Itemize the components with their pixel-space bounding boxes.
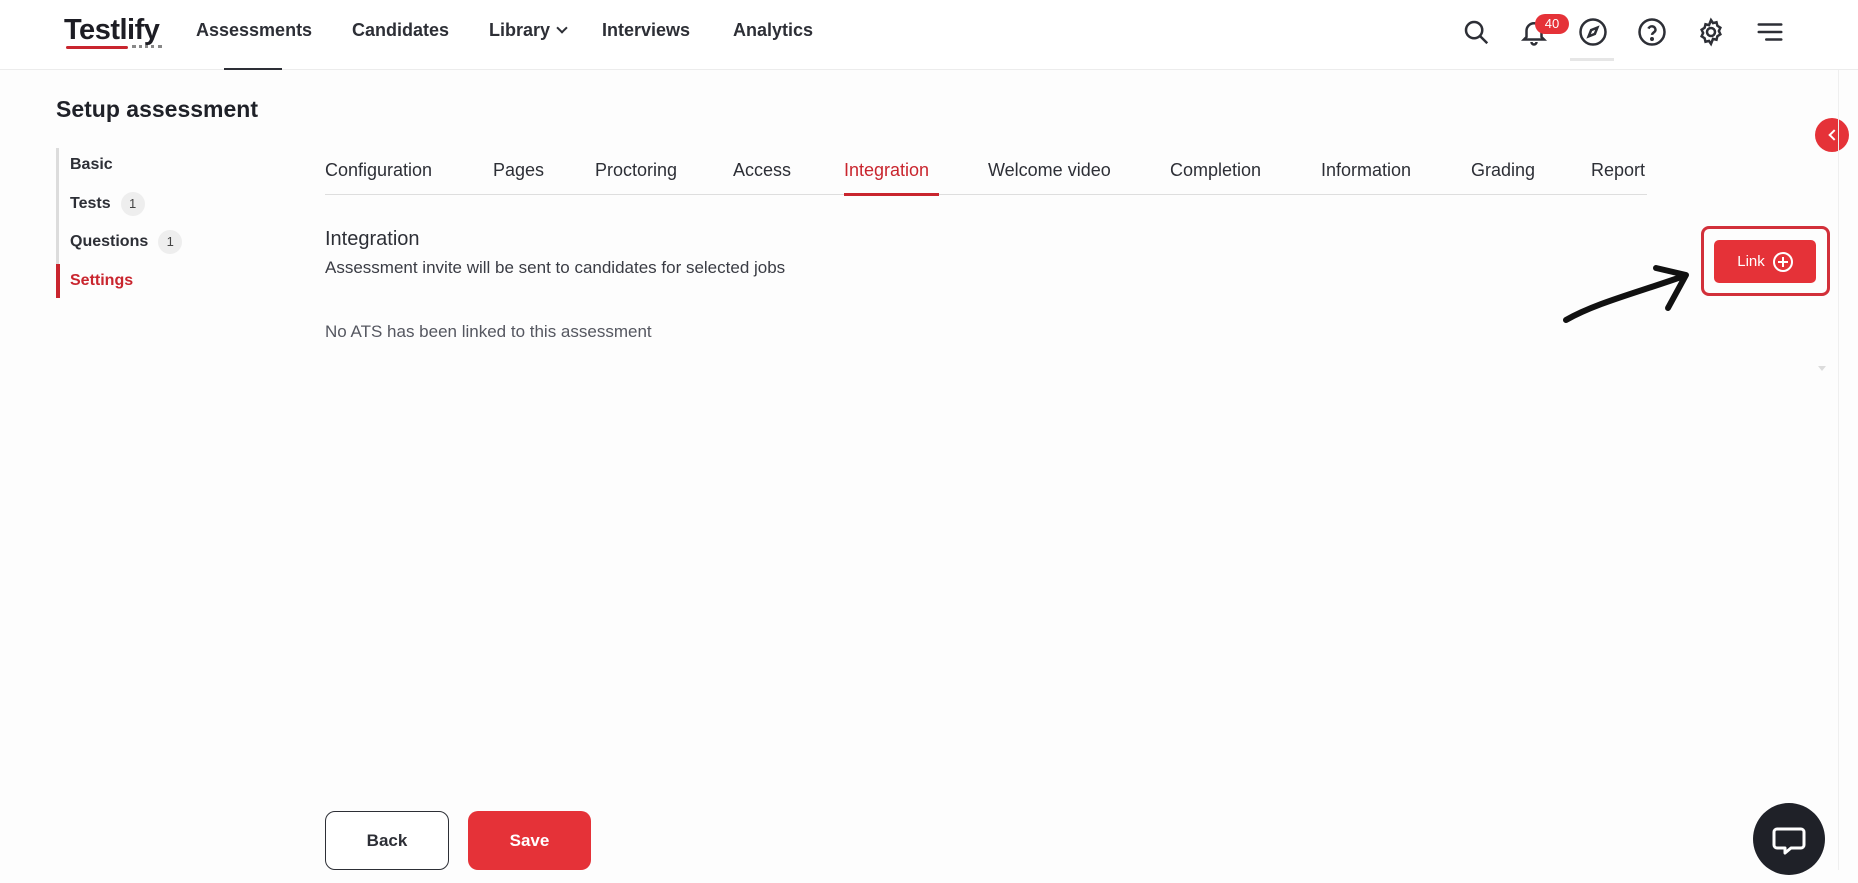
- sidebar-item-basic[interactable]: Basic: [70, 156, 113, 174]
- nav-library[interactable]: Library: [489, 20, 568, 41]
- back-button[interactable]: Back: [325, 811, 449, 870]
- tab-configuration[interactable]: Configuration: [325, 160, 432, 181]
- notification-badge: 40: [1535, 14, 1569, 34]
- annotation-arrow-icon: [1563, 265, 1689, 323]
- section-subtitle: Assessment invite will be sent to candid…: [325, 258, 786, 277]
- sidebar-item-tests[interactable]: Tests 1: [70, 192, 145, 216]
- section-title: Integration: [325, 228, 420, 250]
- top-navbar: Testlify Assessments Candidates Library …: [0, 0, 1858, 70]
- sidebar-item-settings[interactable]: Settings: [70, 272, 133, 290]
- empty-state-message: No ATS has been linked to this assessmen…: [325, 322, 652, 341]
- tab-grading[interactable]: Grading: [1471, 160, 1535, 181]
- tab-pages[interactable]: Pages: [493, 160, 544, 181]
- sidebar-active-indicator: [56, 264, 60, 298]
- tab-access[interactable]: Access: [733, 160, 791, 181]
- help-icon[interactable]: [1636, 16, 1668, 48]
- count-badge: 1: [158, 230, 183, 254]
- sidebar-item-questions[interactable]: Questions 1: [70, 230, 183, 254]
- plus-circle-icon: [1772, 251, 1793, 272]
- link-button[interactable]: Link: [1714, 240, 1816, 283]
- count-badge: 1: [120, 192, 145, 216]
- sidebar-item-label: Settings: [70, 272, 134, 289]
- nav-analytics[interactable]: Analytics: [733, 20, 813, 41]
- tabs-divider: [325, 194, 1647, 195]
- sidebar-item-label: Questions: [70, 233, 149, 250]
- save-button[interactable]: Save: [468, 811, 591, 870]
- sidebar-item-label: Basic: [70, 156, 113, 173]
- page-title: Setup assessment: [56, 96, 258, 122]
- search-icon[interactable]: [1460, 16, 1492, 48]
- tab-information[interactable]: Information: [1321, 160, 1411, 181]
- icon-indicator: [1570, 58, 1614, 61]
- brand-logo[interactable]: Testlify: [64, 14, 160, 47]
- gear-icon[interactable]: [1695, 16, 1727, 48]
- nav-library-label: Library: [489, 20, 551, 40]
- menu-icon[interactable]: [1754, 16, 1786, 48]
- app-root: Testlify Assessments Candidates Library …: [0, 0, 1858, 883]
- nav-active-indicator: [224, 68, 282, 70]
- tab-completion[interactable]: Completion: [1170, 160, 1261, 181]
- tab-active-indicator: [844, 193, 939, 196]
- chat-widget-button[interactable]: [1753, 803, 1825, 875]
- tab-report[interactable]: Report: [1591, 160, 1645, 181]
- logo-underline: [66, 46, 128, 49]
- logo-dots: [132, 45, 162, 48]
- tab-proctoring[interactable]: Proctoring: [595, 160, 677, 181]
- right-scroll-track[interactable]: [1838, 70, 1846, 870]
- chat-icon: [1772, 827, 1806, 855]
- tab-integration[interactable]: Integration: [844, 160, 929, 181]
- sidebar-item-label: Tests: [70, 195, 111, 212]
- nav-interviews[interactable]: Interviews: [602, 20, 690, 41]
- tab-welcome-video[interactable]: Welcome video: [988, 160, 1111, 181]
- nav-assessments[interactable]: Assessments: [196, 20, 312, 41]
- link-button-label: Link: [1737, 253, 1765, 270]
- compass-icon[interactable]: [1577, 16, 1609, 48]
- nav-candidates[interactable]: Candidates: [352, 20, 449, 41]
- chevron-down-icon: [556, 22, 568, 34]
- scroll-caret-icon: [1818, 366, 1826, 371]
